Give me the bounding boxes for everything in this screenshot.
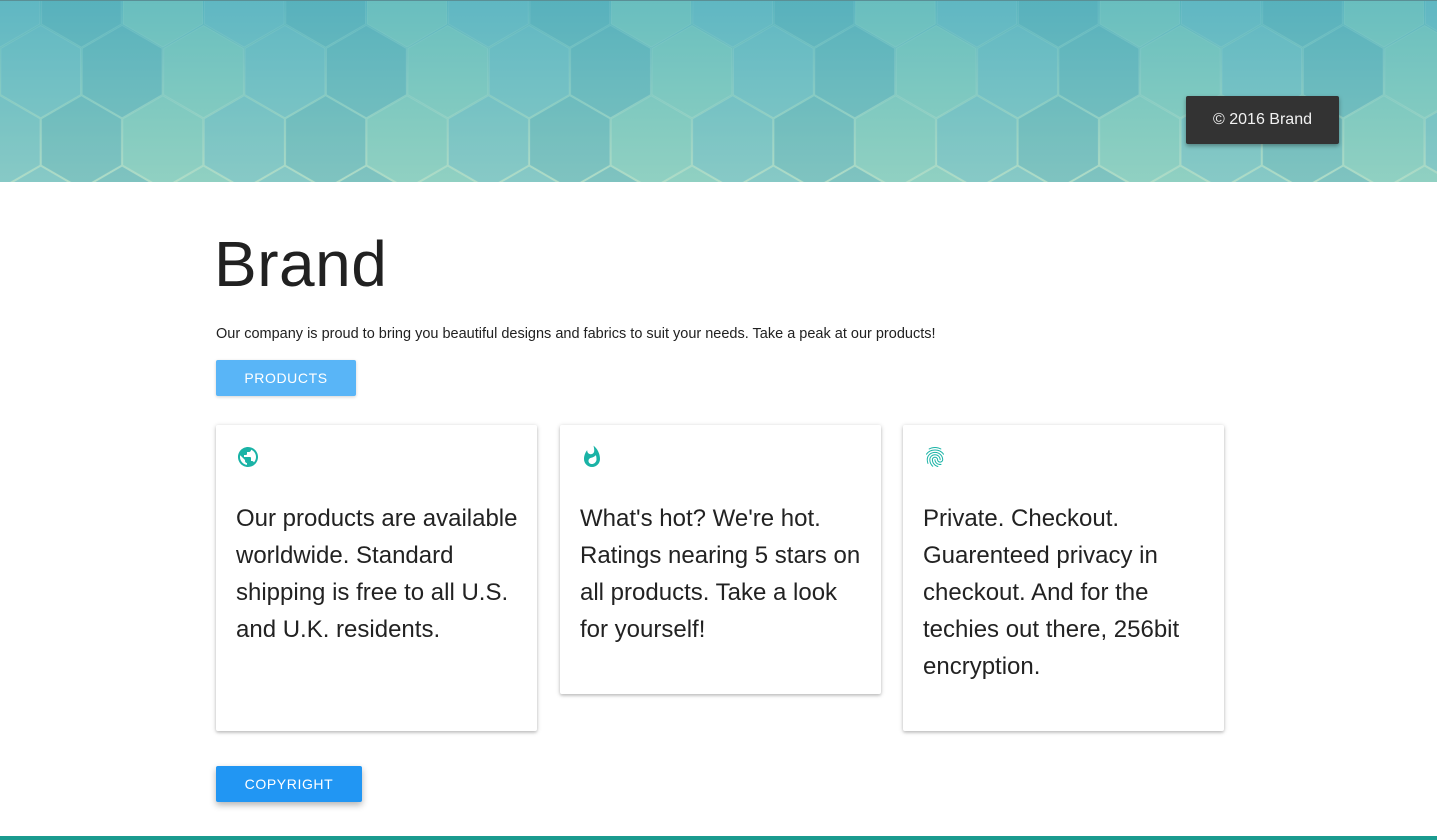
copyright-button[interactable]: COPYRIGHT <box>216 766 362 802</box>
flame-icon <box>580 445 604 469</box>
feature-card-worldwide: Our products are available worldwide. St… <box>216 425 537 731</box>
card-text: Our products are available worldwide. St… <box>236 505 518 643</box>
fingerprint-icon <box>923 445 947 469</box>
footer-bar <box>0 836 1437 840</box>
card-text: What's hot? We're hot. Ratings nearing 5… <box>580 505 861 643</box>
copyright-badge: © 2016 Brand <box>1186 96 1339 144</box>
card-text: Private. Checkout. Guarenteed privacy in… <box>923 505 1180 680</box>
globe-icon <box>236 445 260 469</box>
intro-text: Our company is proud to bring you beauti… <box>216 326 936 342</box>
feature-card-hot: What's hot? We're hot. Ratings nearing 5… <box>560 425 881 694</box>
products-button[interactable]: PRODUCTS <box>216 360 356 396</box>
hero-banner: © 2016 Brand <box>0 0 1437 182</box>
page-title: Brand <box>214 228 388 300</box>
feature-card-privacy: Private. Checkout. Guarenteed privacy in… <box>903 425 1224 731</box>
hexagon-pattern <box>0 1 1437 182</box>
